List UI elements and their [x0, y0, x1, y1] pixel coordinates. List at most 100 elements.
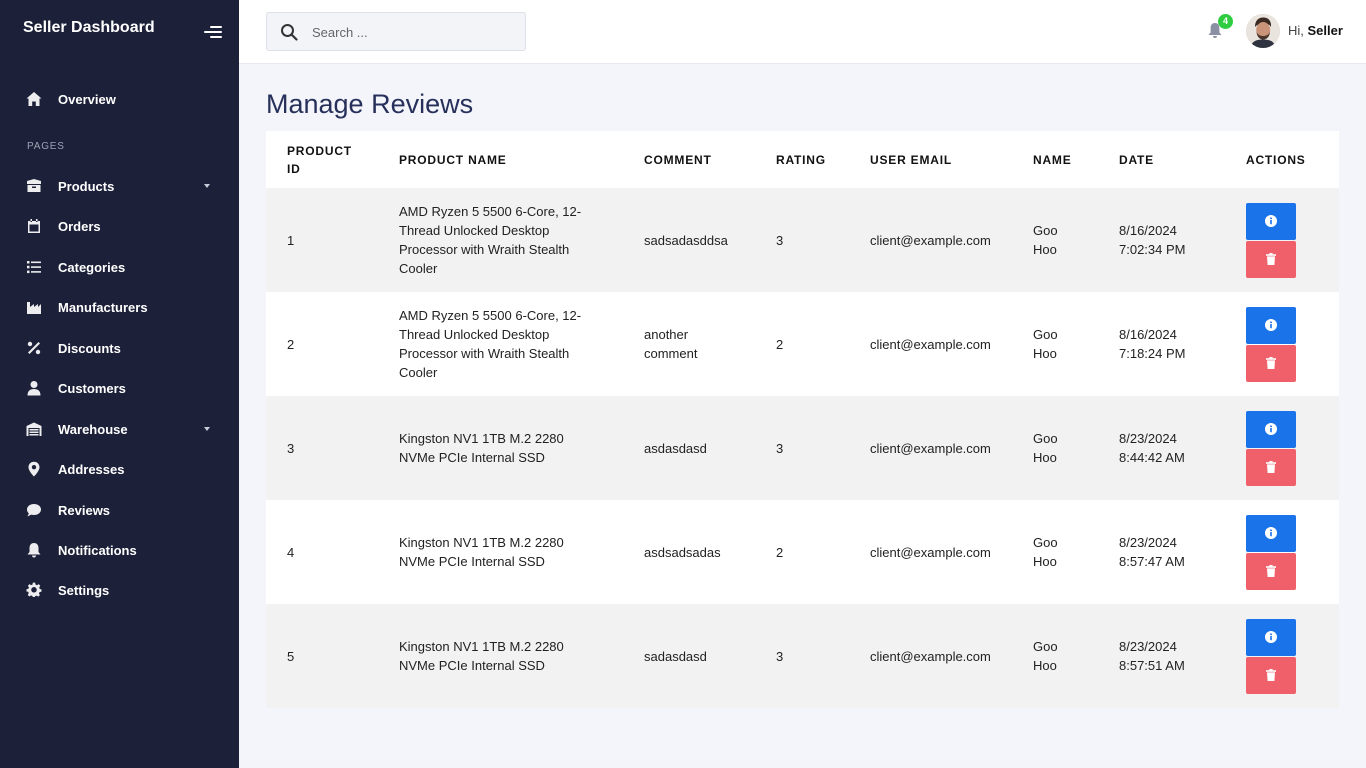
sidebar: Seller Dashboard Overview PAGES Products… — [0, 0, 239, 768]
avatar[interactable] — [1246, 14, 1280, 48]
column-header-date: DATE — [1119, 152, 1154, 167]
cell-user-email: client@example.com — [870, 648, 991, 664]
column-header-user-email: USER EMAIL — [870, 152, 953, 167]
trash-icon — [1266, 253, 1276, 265]
sidebar-item-label: Reviews — [58, 502, 111, 518]
greeting-prefix: Hi, — [1288, 23, 1304, 38]
cell-comment: asdsadsadas — [644, 544, 721, 560]
view-details-button[interactable] — [1246, 202, 1296, 240]
delete-button[interactable] — [1246, 656, 1296, 694]
cell-comment: sadsadasddsa — [644, 232, 728, 248]
sidebar-item-customers[interactable]: Customers — [0, 373, 239, 403]
sidebar-item-categories[interactable]: Categories — [0, 252, 239, 282]
sidebar-item-label: Orders — [58, 218, 101, 234]
delete-button[interactable] — [1246, 240, 1296, 278]
sidebar-item-manufacturers[interactable]: Manufacturers — [0, 292, 239, 322]
page-title: Manage Reviews — [266, 89, 474, 119]
trash-icon — [1266, 461, 1276, 473]
column-header-name: NAME — [1033, 152, 1072, 167]
map-pin-icon — [25, 461, 42, 478]
home-icon — [25, 91, 42, 108]
sidebar-item-label: Categories — [58, 259, 126, 275]
info-icon — [1265, 631, 1277, 643]
sidebar-item-products[interactable]: Products — [0, 171, 239, 201]
cell-name: Goo Hoo — [1033, 327, 1058, 361]
user-icon — [25, 380, 42, 397]
cell-actions — [1225, 500, 1339, 604]
box-icon — [25, 178, 42, 195]
view-details-button[interactable] — [1246, 514, 1296, 552]
view-details-button[interactable] — [1246, 306, 1296, 344]
cell-user-email: client@example.com — [870, 544, 991, 560]
sidebar-item-settings[interactable]: Settings — [0, 575, 239, 605]
trash-icon — [1266, 669, 1276, 681]
column-header-product-name: PRODUCT NAME — [399, 152, 507, 167]
sidebar-item-label: Manufacturers — [58, 299, 148, 315]
table-row: 2 AMD Ryzen 5 5500 6-Core, 12-Thread Unl… — [266, 292, 1339, 396]
cell-rating: 3 — [776, 232, 784, 248]
sidebar-item-label: Discounts — [58, 340, 121, 356]
sidebar-item-orders[interactable]: Orders — [0, 211, 239, 241]
cell-user-email: client@example.com — [870, 440, 991, 456]
calendar-icon — [25, 218, 42, 235]
sidebar-item-discounts[interactable]: Discounts — [0, 333, 239, 363]
cell-name: Goo Hoo — [1033, 639, 1058, 673]
sidebar-item-label: Customers — [58, 380, 126, 396]
sidebar-item-reviews[interactable]: Reviews — [0, 495, 239, 525]
cell-product-name: Kingston NV1 1TB M.2 2280 NVMe PCIe Inte… — [399, 535, 564, 569]
sidebar-item-warehouse[interactable]: Warehouse — [0, 414, 239, 444]
notification-badge: 4 — [1218, 14, 1233, 29]
table-row: 3 Kingston NV1 1TB M.2 2280 NVMe PCIe In… — [266, 396, 1339, 500]
search-icon — [281, 24, 298, 41]
cell-date: 8/23/2024 8:57:47 AM — [1119, 535, 1185, 569]
delete-button[interactable] — [1246, 552, 1296, 590]
info-icon — [1265, 527, 1277, 539]
sidebar-item-label: Products — [58, 178, 115, 194]
delete-button[interactable] — [1246, 344, 1296, 382]
user-name: Seller — [1307, 23, 1343, 38]
user-greeting[interactable]: Hi, Seller — [1288, 23, 1343, 38]
cell-date: 8/16/2024 7:18:24 PM — [1119, 327, 1186, 361]
cell-product-id: 4 — [287, 544, 295, 560]
cell-actions — [1225, 604, 1339, 708]
view-details-button[interactable] — [1246, 618, 1296, 656]
info-icon — [1265, 423, 1277, 435]
cell-actions — [1225, 188, 1339, 292]
cell-user-email: client@example.com — [870, 232, 991, 248]
cell-comment: sadasdasd — [644, 648, 707, 664]
cell-product-id: 5 — [287, 648, 295, 664]
sidebar-item-overview[interactable]: Overview — [0, 84, 239, 114]
bell-icon — [25, 542, 42, 559]
list-icon — [25, 259, 42, 276]
info-icon — [1265, 215, 1277, 227]
cell-date: 8/23/2024 8:44:42 AM — [1119, 431, 1185, 465]
cell-product-id: 1 — [287, 232, 295, 248]
trash-icon — [1266, 357, 1276, 369]
comment-icon — [25, 502, 42, 519]
sidebar-item-addresses[interactable]: Addresses — [0, 454, 239, 484]
table-row: 5 Kingston NV1 1TB M.2 2280 NVMe PCIe In… — [266, 604, 1339, 708]
search-box[interactable] — [266, 12, 526, 51]
menu-toggle-icon[interactable] — [202, 24, 222, 40]
chevron-down-icon — [204, 184, 210, 188]
cell-comment: another comment — [644, 327, 698, 361]
warehouse-icon — [25, 421, 42, 438]
cell-rating: 3 — [776, 648, 784, 664]
info-icon — [1265, 319, 1277, 331]
column-header-actions: ACTIONS — [1246, 152, 1306, 167]
cell-rating: 2 — [776, 544, 784, 560]
sidebar-item-label: Notifications — [58, 542, 137, 558]
cell-product-name: AMD Ryzen 5 5500 6-Core, 12-Thread Unloc… — [399, 308, 582, 380]
sidebar-item-label: Warehouse — [58, 421, 128, 437]
search-input[interactable] — [312, 21, 512, 43]
gear-icon — [25, 582, 42, 599]
sidebar-item-notifications[interactable]: Notifications — [0, 535, 239, 565]
view-details-button[interactable] — [1246, 410, 1296, 448]
cell-name: Goo Hoo — [1033, 431, 1058, 465]
delete-button[interactable] — [1246, 448, 1296, 486]
sidebar-item-label: Settings — [58, 582, 110, 598]
reviews-table: PRODUCT ID PRODUCT NAME COMMENT RATING U… — [266, 131, 1339, 708]
cell-actions — [1225, 396, 1339, 500]
cell-name: Goo Hoo — [1033, 535, 1058, 569]
table-row: 4 Kingston NV1 1TB M.2 2280 NVMe PCIe In… — [266, 500, 1339, 604]
